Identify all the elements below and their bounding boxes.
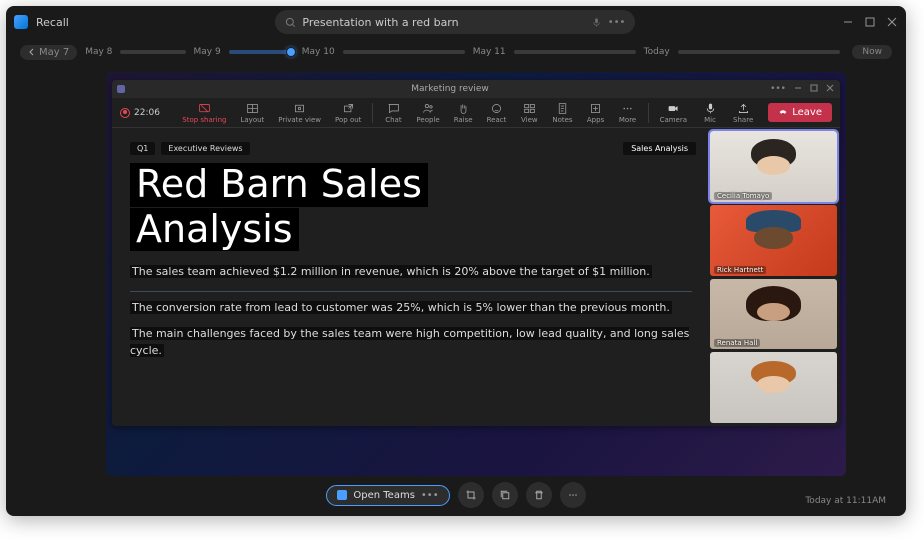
timeline-nav-prev[interactable]: May 7 — [20, 45, 77, 60]
search-bar[interactable]: ••• — [275, 10, 635, 34]
action-bar: Open Teams ••• — [6, 482, 906, 508]
mic-icon[interactable] — [591, 17, 602, 28]
layout-button[interactable]: Layout — [235, 102, 269, 124]
teams-app-icon — [337, 490, 347, 500]
participant-tile[interactable]: Cecilia Tomayo — [710, 131, 837, 202]
open-app-button[interactable]: Open Teams ••• — [326, 485, 449, 506]
teams-more-icon[interactable]: ••• — [770, 84, 786, 94]
slide-body: The sales team achieved $1.2 million in … — [130, 264, 692, 359]
slide-badge: Sales Analysis — [623, 142, 696, 155]
timeline-segment[interactable] — [678, 50, 841, 54]
notes-button[interactable]: Notes — [547, 102, 577, 124]
raise-button[interactable]: Raise — [449, 102, 478, 124]
snapshot-timestamp: Today at 11:11AM — [805, 496, 886, 506]
titlebar: Recall ••• — [6, 6, 906, 38]
slide-tag: Executive Reviews — [161, 142, 249, 155]
delete-button[interactable] — [526, 482, 552, 508]
teams-close-icon[interactable] — [826, 84, 834, 92]
teams-titlebar: Marketing review ••• — [112, 80, 840, 98]
private-view-button[interactable]: Private view — [273, 102, 326, 124]
participant-tile[interactable]: Renata Hall — [710, 279, 837, 350]
minimize-icon[interactable] — [842, 16, 854, 28]
timeline-now-button[interactable]: Now — [852, 45, 892, 59]
search-input[interactable] — [302, 16, 584, 29]
search-more-icon[interactable]: ••• — [608, 17, 626, 28]
participant-tile[interactable]: Rick Hartnett — [710, 205, 837, 276]
participant-tile[interactable] — [710, 352, 837, 423]
timeline-date[interactable]: May 11 — [473, 47, 506, 57]
meeting-body: Q1 Executive Reviews Sales Analysis Red … — [112, 128, 840, 426]
more-actions-button[interactable] — [560, 482, 586, 508]
app-name: Recall — [36, 16, 69, 29]
recording-indicator: 22:06 — [120, 108, 160, 118]
apps-button[interactable]: Apps — [582, 102, 610, 124]
more-button[interactable]: More — [614, 102, 642, 124]
stop-sharing-button[interactable]: Stop sharing — [177, 102, 231, 124]
timeline-segment[interactable] — [120, 50, 185, 54]
share-button[interactable]: Share — [728, 102, 758, 124]
timeline-date[interactable]: May 10 — [302, 47, 335, 57]
camera-button[interactable]: Camera — [655, 102, 692, 124]
pop-out-button[interactable]: Pop out — [330, 102, 366, 124]
search-icon — [285, 17, 296, 28]
crop-button[interactable] — [458, 482, 484, 508]
timeline-segment-active[interactable] — [229, 50, 294, 54]
app-logo-icon — [14, 15, 28, 29]
recall-window: Recall ••• May 7 May 8 May 9 May 10 May … — [6, 6, 906, 516]
people-button[interactable]: People — [411, 102, 444, 124]
teams-logo-icon — [117, 85, 125, 93]
view-button[interactable]: View — [515, 102, 543, 124]
maximize-icon[interactable] — [864, 16, 876, 28]
mic-button[interactable]: Mic — [696, 102, 724, 124]
chat-button[interactable]: Chat — [379, 102, 407, 124]
record-icon — [120, 108, 130, 118]
teams-minimize-icon[interactable] — [794, 84, 802, 92]
meeting-toolbar: 22:06 Stop sharing Layout Private view P… — [112, 98, 840, 128]
slide-title: Red Barn Sales Analysis — [130, 163, 692, 252]
slide-tag: Q1 — [130, 142, 155, 155]
timeline-segment[interactable] — [343, 50, 465, 54]
meeting-title: Marketing review — [130, 84, 770, 94]
timeline-date[interactable]: May 9 — [194, 47, 221, 57]
copy-button[interactable] — [492, 482, 518, 508]
teams-maximize-icon[interactable] — [810, 84, 818, 92]
recording-time: 22:06 — [134, 108, 160, 118]
timeline-date[interactable]: Today — [644, 47, 670, 57]
timeline-segment[interactable] — [514, 50, 636, 54]
teams-window: Marketing review ••• 22:06 Stop sharing … — [112, 80, 840, 426]
timeline: May 7 May 8 May 9 May 10 May 11 Today No… — [6, 38, 906, 66]
timeline-nav-label: May 7 — [39, 47, 69, 58]
react-button[interactable]: React — [482, 102, 512, 124]
leave-button[interactable]: Leave — [768, 103, 832, 122]
close-icon[interactable] — [886, 16, 898, 28]
chevron-more-icon: ••• — [421, 490, 439, 501]
snapshot-viewport: Marketing review ••• 22:06 Stop sharing … — [106, 72, 846, 476]
timeline-date[interactable]: May 8 — [85, 47, 112, 57]
participants-panel: Cecilia Tomayo Rick Hartnett Renata Hall — [710, 128, 840, 426]
timeline-thumb-icon[interactable] — [286, 47, 296, 57]
presentation-slide: Q1 Executive Reviews Sales Analysis Red … — [112, 128, 710, 426]
